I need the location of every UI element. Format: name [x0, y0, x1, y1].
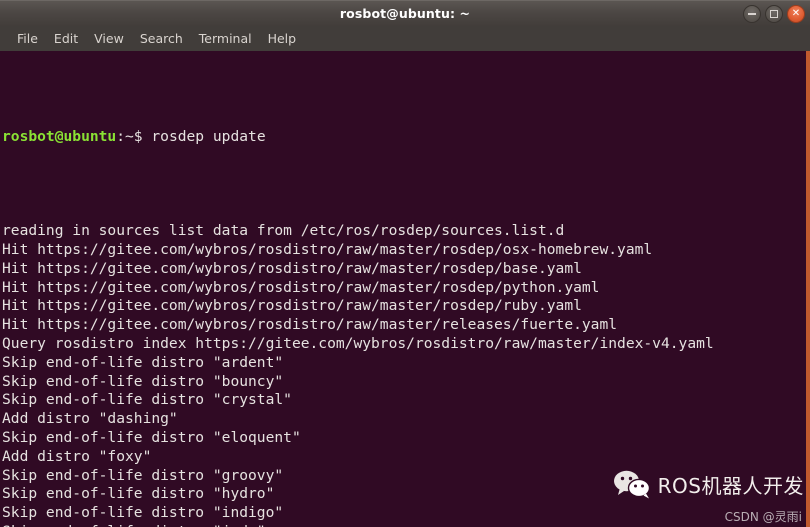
terminal-line: Hit https://gitee.com/wybros/rosdistro/r… [2, 240, 653, 258]
terminal-line: Skip end-of-life distro "hydro" [2, 485, 275, 503]
terminal-text: rosbot@ubuntu:~$ rosdep update reading i… [2, 53, 714, 527]
terminal-line: Skip end-of-life distro "groovy" [2, 466, 284, 484]
terminal-line: Query rosdistro index https://gitee.com/… [2, 334, 714, 352]
maximize-button[interactable] [765, 5, 783, 23]
terminal-line: Hit https://gitee.com/wybros/rosdistro/r… [2, 297, 582, 315]
terminal-output-area[interactable]: rosbot@ubuntu:~$ rosdep update reading i… [0, 51, 810, 527]
menu-item-search[interactable]: Search [132, 26, 191, 51]
window-title: rosbot@ubuntu: ~ [339, 6, 471, 21]
close-icon: ✕ [791, 8, 801, 19]
menu-item-file[interactable]: File [9, 26, 46, 51]
close-button[interactable]: ✕ [787, 5, 805, 23]
window-controls: ✕ [743, 5, 805, 23]
terminal-window: rosbot@ubuntu: ~ ✕ File Edit View Search… [0, 0, 810, 527]
terminal-command: rosdep update [142, 128, 266, 146]
menu-item-edit[interactable]: Edit [46, 26, 86, 51]
maximize-icon [770, 10, 778, 18]
title-bar[interactable]: rosbot@ubuntu: ~ ✕ [0, 0, 810, 26]
prompt-path: :~$ [116, 128, 143, 146]
terminal-line: Skip end-of-life distro "eloquent" [2, 428, 301, 446]
terminal-line: Skip end-of-life distro "indigo" [2, 504, 284, 522]
terminal-line: Skip end-of-life distro "bouncy" [2, 372, 284, 390]
terminal-line: reading in sources list data from /etc/r… [2, 222, 565, 240]
terminal-line: Skip end-of-life distro "jade" [2, 523, 714, 527]
minimize-icon [748, 13, 756, 15]
terminal-line: Skip end-of-life distro "ardent" [2, 353, 284, 371]
terminal-line: Hit https://gitee.com/wybros/rosdistro/r… [2, 316, 618, 334]
terminal-line: Add distro "foxy" [2, 447, 152, 465]
menu-item-terminal[interactable]: Terminal [191, 26, 260, 51]
menu-item-view[interactable]: View [86, 26, 132, 51]
terminal-output-lines: reading in sources list data from /etc/r… [2, 222, 714, 527]
menu-bar: File Edit View Search Terminal Help [0, 26, 810, 51]
terminal-line: Skip end-of-life distro "crystal" [2, 391, 292, 409]
prompt-user: rosbot@ubuntu [2, 128, 117, 146]
terminal-prompt-line: rosbot@ubuntu:~$ rosdep update [2, 128, 714, 147]
terminal-line: Hit https://gitee.com/wybros/rosdistro/r… [2, 278, 600, 296]
terminal-line: Hit https://gitee.com/wybros/rosdistro/r… [2, 259, 582, 277]
terminal-scrollbar[interactable] [806, 51, 810, 527]
menu-item-help[interactable]: Help [260, 26, 305, 51]
scrollbar-thumb[interactable] [806, 51, 810, 527]
minimize-button[interactable] [743, 5, 761, 23]
terminal-line: Add distro "dashing" [2, 410, 178, 428]
